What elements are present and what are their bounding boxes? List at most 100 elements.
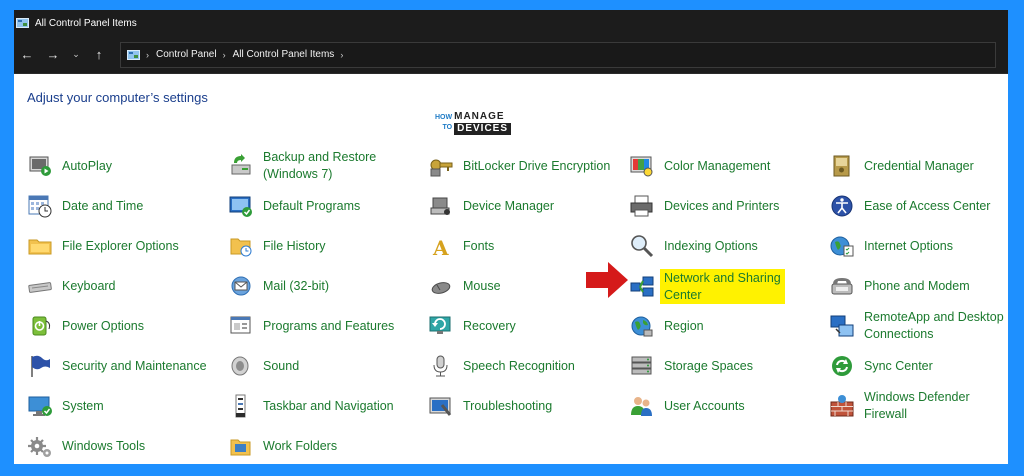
network-icon[interactable] <box>629 273 655 299</box>
item-label[interactable]: BitLocker Drive Encryption <box>463 158 610 175</box>
item-label[interactable]: Network and Sharing Center <box>660 268 785 304</box>
address-bar[interactable]: › Control Panel › All Control Panel Item… <box>120 41 996 68</box>
control-panel-item-user-accounts[interactable]: User Accounts <box>629 388 745 424</box>
control-panel-item-mouse[interactable]: Mouse <box>428 268 501 304</box>
forward-arrow-icon[interactable]: → <box>40 42 66 68</box>
control-panel-item-taskbar-and-navigation[interactable]: Taskbar and Navigation <box>228 388 394 424</box>
control-panel-item-backup-and-restore-windows-7[interactable]: Backup and Restore (Windows 7) <box>228 148 376 184</box>
printer-icon[interactable] <box>629 193 655 219</box>
mouse-icon[interactable] <box>428 273 454 299</box>
control-panel-item-indexing-options[interactable]: Indexing Options <box>629 228 758 264</box>
item-label[interactable]: Devices and Printers <box>664 198 779 215</box>
item-label[interactable]: Date and Time <box>62 198 143 215</box>
calendar-clock-icon[interactable] <box>27 193 53 219</box>
item-label[interactable]: Device Manager <box>463 198 554 215</box>
item-label[interactable]: User Accounts <box>664 398 745 415</box>
control-panel-item-file-history[interactable]: File History <box>228 228 326 264</box>
credential-icon[interactable] <box>829 153 855 179</box>
storage-icon[interactable] <box>629 353 655 379</box>
device-manager-icon[interactable] <box>428 193 454 219</box>
item-label[interactable]: Internet Options <box>864 238 953 255</box>
control-panel-item-system[interactable]: System <box>27 388 104 424</box>
item-label[interactable]: File Explorer Options <box>62 238 179 255</box>
recent-locations-chevron-icon[interactable]: ⌄ <box>66 42 86 68</box>
control-panel-item-power-options[interactable]: Power Options <box>27 308 144 344</box>
work-folders-icon[interactable] <box>228 433 254 459</box>
item-label[interactable]: Phone and Modem <box>864 278 970 295</box>
item-label[interactable]: Indexing Options <box>664 238 758 255</box>
power-icon[interactable] <box>27 313 53 339</box>
item-label[interactable]: Backup and Restore (Windows 7) <box>263 149 376 183</box>
speaker-icon[interactable] <box>228 353 254 379</box>
item-label[interactable]: AutoPlay <box>62 158 112 175</box>
taskbar-icon[interactable] <box>228 393 254 419</box>
item-label[interactable]: Programs and Features <box>263 318 394 335</box>
internet-icon[interactable] <box>829 233 855 259</box>
control-panel-item-ease-of-access-center[interactable]: Ease of Access Center <box>829 188 990 224</box>
item-label[interactable]: File History <box>263 238 326 255</box>
back-arrow-icon[interactable]: ← <box>14 42 40 68</box>
item-label[interactable]: Sync Center <box>864 358 933 375</box>
backup-icon[interactable] <box>228 153 254 179</box>
troubleshoot-icon[interactable] <box>428 393 454 419</box>
control-panel-item-keyboard[interactable]: Keyboard <box>27 268 116 304</box>
control-panel-item-recovery[interactable]: Recovery <box>428 308 516 344</box>
control-panel-item-credential-manager[interactable]: Credential Manager <box>829 148 974 184</box>
control-panel-item-storage-spaces[interactable]: Storage Spaces <box>629 348 753 384</box>
control-panel-item-date-and-time[interactable]: Date and Time <box>27 188 143 224</box>
control-panel-item-internet-options[interactable]: Internet Options <box>829 228 953 264</box>
control-panel-item-sync-center[interactable]: Sync Center <box>829 348 933 384</box>
control-panel-item-mail-32-bit[interactable]: Mail (32-bit) <box>228 268 329 304</box>
ease-access-icon[interactable] <box>829 193 855 219</box>
color-icon[interactable] <box>629 153 655 179</box>
item-label[interactable]: Speech Recognition <box>463 358 575 375</box>
microphone-icon[interactable] <box>428 353 454 379</box>
control-panel-item-fonts[interactable]: A Fonts <box>428 228 494 264</box>
folder-options-icon[interactable] <box>27 233 53 259</box>
control-panel-item-programs-and-features[interactable]: Programs and Features <box>228 308 394 344</box>
control-panel-item-color-management[interactable]: Color Management <box>629 148 770 184</box>
item-label[interactable]: System <box>62 398 104 415</box>
programs-icon[interactable] <box>228 313 254 339</box>
item-label[interactable]: Sound <box>263 358 299 375</box>
control-panel-item-phone-and-modem[interactable]: Phone and Modem <box>829 268 970 304</box>
item-label[interactable]: Ease of Access Center <box>864 198 990 215</box>
default-programs-icon[interactable] <box>228 193 254 219</box>
item-label[interactable]: Color Management <box>664 158 770 175</box>
sync-icon[interactable] <box>829 353 855 379</box>
item-label[interactable]: Credential Manager <box>864 158 974 175</box>
autoplay-icon[interactable] <box>27 153 53 179</box>
control-panel-item-remoteapp-and-desktop-connections[interactable]: RemoteApp and Desktop Connections <box>829 308 1004 344</box>
item-label[interactable]: RemoteApp and Desktop Connections <box>864 309 1004 343</box>
users-icon[interactable] <box>629 393 655 419</box>
item-label[interactable]: Recovery <box>463 318 516 335</box>
item-label[interactable]: Security and Maintenance <box>62 358 207 375</box>
control-panel-item-security-and-maintenance[interactable]: Security and Maintenance <box>27 348 207 384</box>
flag-icon[interactable] <box>27 353 53 379</box>
control-panel-item-troubleshooting[interactable]: Troubleshooting <box>428 388 552 424</box>
firewall-icon[interactable] <box>829 393 855 419</box>
control-panel-item-bitlocker-drive-encryption[interactable]: BitLocker Drive Encryption <box>428 148 610 184</box>
recovery-icon[interactable] <box>428 313 454 339</box>
control-panel-item-work-folders[interactable]: Work Folders <box>228 428 337 464</box>
item-label[interactable]: Region <box>664 318 704 335</box>
keyboard-icon[interactable] <box>27 273 53 299</box>
item-label[interactable]: Storage Spaces <box>664 358 753 375</box>
control-panel-item-device-manager[interactable]: Device Manager <box>428 188 554 224</box>
item-label[interactable]: Fonts <box>463 238 494 255</box>
globe-icon[interactable] <box>629 313 655 339</box>
monitor-check-icon[interactable] <box>27 393 53 419</box>
item-label[interactable]: Taskbar and Navigation <box>263 398 394 415</box>
control-panel-item-file-explorer-options[interactable]: File Explorer Options <box>27 228 179 264</box>
remote-desktop-icon[interactable] <box>829 313 855 339</box>
indexing-icon[interactable] <box>629 233 655 259</box>
phone-icon[interactable] <box>829 273 855 299</box>
control-panel-item-speech-recognition[interactable]: Speech Recognition <box>428 348 575 384</box>
control-panel-item-autoplay[interactable]: AutoPlay <box>27 148 112 184</box>
gears-icon[interactable] <box>27 433 53 459</box>
item-label[interactable]: Mail (32-bit) <box>263 278 329 295</box>
file-history-icon[interactable] <box>228 233 254 259</box>
control-panel-item-windows-tools[interactable]: Windows Tools <box>27 428 145 464</box>
breadcrumb-separator[interactable]: › <box>340 50 343 60</box>
up-arrow-icon[interactable]: ↑ <box>86 42 112 68</box>
